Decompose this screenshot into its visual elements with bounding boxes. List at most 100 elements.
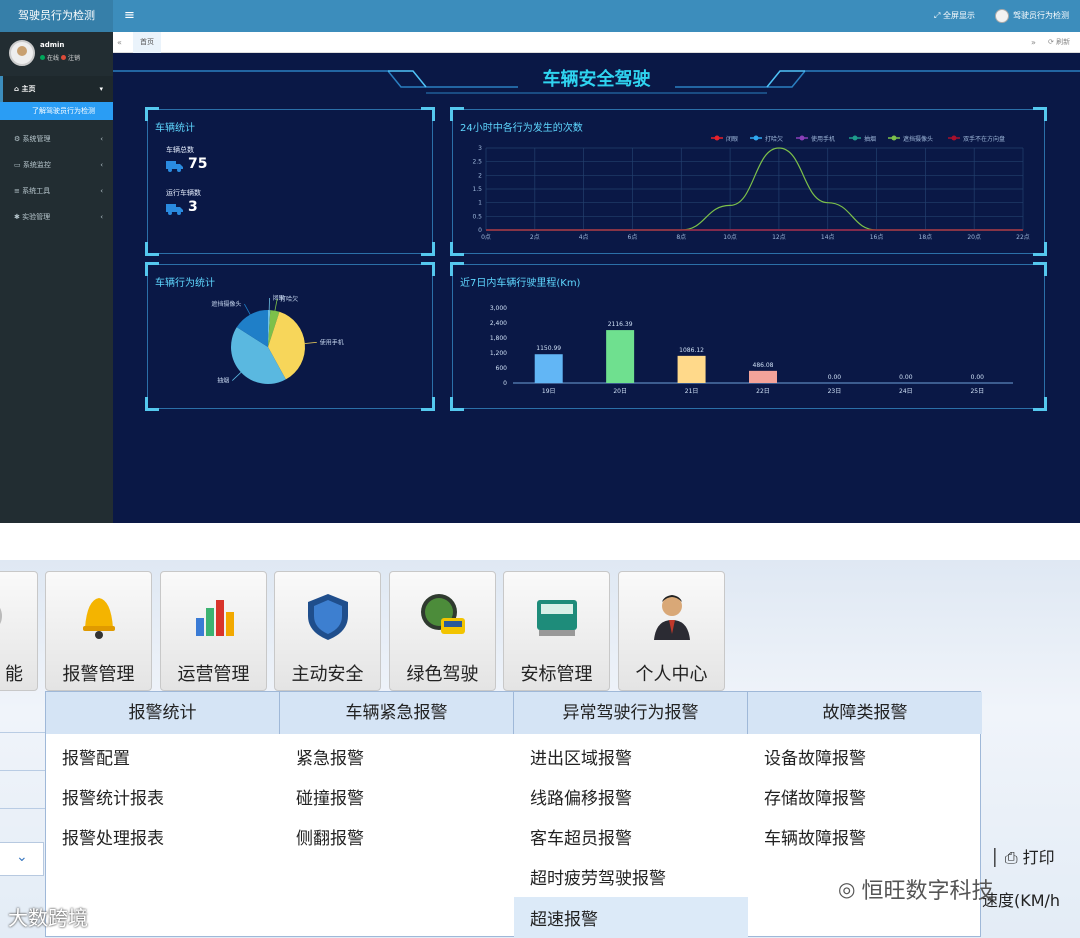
monitor-icon: ▭ — [14, 161, 21, 169]
x-tick-label: 22点 — [1016, 233, 1030, 241]
gear-icon — [0, 608, 2, 624]
menu-item[interactable]: 报警处理报表 — [62, 824, 164, 849]
x-tick-label: 10点 — [723, 233, 737, 241]
user-menu-label: 驾驶员行为检测 — [1013, 11, 1069, 20]
menu-item[interactable]: 设备故障报警 — [764, 744, 866, 769]
total-vehicles-label: 车辆总数 — [166, 146, 194, 154]
tab-next-icon[interactable]: » — [1031, 32, 1036, 53]
tools-icon: ≡ — [14, 187, 20, 195]
legend-label: 闭眼 — [726, 135, 738, 143]
gear-icon: ⚙ — [14, 135, 21, 143]
menu-item[interactable]: 超时疲劳驾驶报警 — [530, 864, 666, 889]
x-tick-label: 6点 — [628, 233, 638, 241]
x-tick-label: 20点 — [967, 233, 981, 241]
sidebar-item-system-manage[interactable]: ⚙ 系统管理 ‹ — [0, 126, 113, 152]
y-tick-label: 2 — [478, 172, 482, 179]
x-tick-label: 12点 — [772, 233, 786, 241]
sidebar-item-system-monitor[interactable]: ▭ 系统监控 ‹ — [0, 152, 113, 178]
bar-value-label: 2116.39 — [608, 321, 633, 328]
logout-link[interactable]: 注销 — [68, 55, 80, 62]
bar-value-label: 486.08 — [753, 362, 774, 369]
x-tick-label: 22日 — [756, 388, 770, 395]
app-brand[interactable]: 驾驶员行为检测 — [0, 0, 113, 32]
menu-item[interactable]: 车辆故障报警 — [764, 824, 866, 849]
user-panel: admin 在线 注销 — [0, 32, 113, 72]
x-tick-label: 23日 — [828, 388, 842, 395]
menu-item[interactable]: 碰撞报警 — [296, 784, 364, 809]
y-tick-label: 1,800 — [490, 335, 507, 342]
legend-marker — [753, 135, 759, 141]
menu-button-label: 能 — [5, 664, 23, 685]
y-tick-label: 0.5 — [472, 213, 482, 220]
dashboard-screenshot: 驾驶员行为检测 ≡ ⤢ 全屏显示 驾驶员行为检测 admin 在线 注销 ⌂ 主… — [0, 0, 1080, 523]
menu-button-alarm[interactable]: 报警管理 — [45, 571, 152, 691]
x-tick-label: 25日 — [970, 388, 984, 395]
menu-item[interactable]: 紧急报警 — [296, 744, 364, 769]
tab-home[interactable]: 首页 — [133, 32, 161, 53]
avatar — [9, 40, 35, 66]
print-label: 打印 — [1022, 848, 1055, 867]
hourly-line-chart: 0 0.5 1 1.5 2 2.5 3 0点 2点 4点 6点 8点 10点 12点 14点 16点 18点 20… — [472, 135, 1030, 241]
person-icon — [654, 595, 690, 640]
flask-icon: ✱ — [14, 213, 20, 221]
chevron-down-icon: ▾ — [99, 85, 103, 93]
x-tick-label: 16点 — [870, 233, 884, 241]
menu-item[interactable]: 进出区域报警 — [530, 744, 632, 769]
menu-button-personal-center[interactable]: 个人中心 — [618, 571, 725, 691]
menu-toggle-icon[interactable]: ≡ — [124, 0, 135, 32]
x-tick-label: 19日 — [542, 388, 556, 395]
menu-item[interactable]: 存储故障报警 — [764, 784, 866, 809]
hourly-behavior-panel: 24小时中各行为发生的次数 0 0.5 1 1.5 2 2.5 3 0点 2点 4点 6点 8点 10点… — [450, 107, 1047, 256]
legend-label: 使用手机 — [811, 135, 835, 143]
y-tick-label: 1.5 — [472, 186, 482, 193]
username: admin — [40, 41, 65, 49]
menu-button-label: 安标管理 — [520, 664, 593, 685]
menu-item[interactable]: 线路偏移报警 — [530, 784, 632, 809]
home-icon: ⌂ — [14, 85, 20, 93]
running-vehicles-value: 3 — [188, 199, 198, 215]
chevron-left-icon: ‹ — [100, 161, 103, 169]
legend-marker — [799, 135, 805, 141]
tab-prev-icon[interactable]: « — [117, 32, 122, 53]
slice-label: 使用手机 — [320, 338, 344, 346]
menu-button-operations[interactable]: 运营管理 — [160, 571, 267, 691]
legend-label: 打哈欠 — [765, 135, 783, 143]
dropdown-header-emergency: 车辆紧急报警 — [280, 692, 514, 734]
user-menu[interactable]: 驾驶员行为检测 — [995, 0, 1069, 32]
print-button[interactable]: │ ⎙ 打印 — [990, 844, 1055, 868]
fullscreen-button[interactable]: ⤢ 全屏显示 — [934, 0, 975, 32]
dropdown-header-fault: 故障类报警 — [748, 692, 982, 734]
dashboard-title: 车辆安全驾驶 — [542, 69, 651, 90]
legend-label: 双手不在方向盘 — [963, 135, 1005, 143]
legend-label: 抽烟 — [864, 135, 876, 143]
menu-item[interactable]: 侧翻报警 — [296, 824, 364, 849]
menu-button-active-safety[interactable]: 主动安全 — [274, 571, 381, 691]
menu-button-label: 报警管理 — [62, 664, 135, 685]
slice-label: 遮挡摄像头 — [211, 300, 241, 308]
menu-item[interactable]: 报警配置 — [62, 744, 130, 769]
fullscreen-label: 全屏显示 — [942, 11, 975, 20]
menu-button-green-driving[interactable]: 绿色驾驶 — [389, 571, 496, 691]
sidebar-item-home[interactable]: ⌂ 主页 ▾ — [0, 76, 113, 102]
chevron-down-icon: ⌄ — [16, 849, 28, 865]
sidebar: admin 在线 注销 ⌂ 主页 ▾ 了解驾驶员行为检测 ⚙ 系统管理 ‹ ▭ 系统… — [0, 32, 113, 523]
menu-button-safety-standard[interactable]: 安标管理 — [503, 571, 610, 691]
menu-button-function[interactable]: 能 — [0, 571, 38, 691]
select-dropdown[interactable]: ⌄ — [0, 842, 44, 876]
sidebar-item-system-tools[interactable]: ≡ 系统工具 ‹ — [0, 178, 113, 204]
menu-item[interactable]: 报警统计报表 — [62, 784, 164, 809]
y-tick-label: 2.5 — [472, 159, 482, 166]
left-watermark: 大数跨境 — [8, 906, 88, 930]
menu-item[interactable]: 超速报警 — [530, 905, 598, 930]
dropdown-header-abnormal-driving: 异常驾驶行为报警 — [514, 692, 748, 734]
sidebar-item-experiment[interactable]: ✱ 实验管理 ‹ — [0, 204, 113, 230]
sidebar-subitem-driver-detect[interactable]: 了解驾驶员行为检测 — [0, 102, 113, 120]
menu-button-label: 绿色驾驶 — [406, 664, 479, 685]
chevron-left-icon: ‹ — [100, 213, 103, 221]
chevron-left-icon: ‹ — [100, 187, 103, 195]
x-tick-label: 8点 — [676, 233, 686, 241]
x-tick-label: 18点 — [919, 233, 933, 241]
menu-item[interactable]: 客车超员报警 — [530, 824, 632, 849]
refresh-button[interactable]: ⟳ 刷新 — [1048, 32, 1070, 53]
chevron-left-icon: ‹ — [100, 135, 103, 143]
